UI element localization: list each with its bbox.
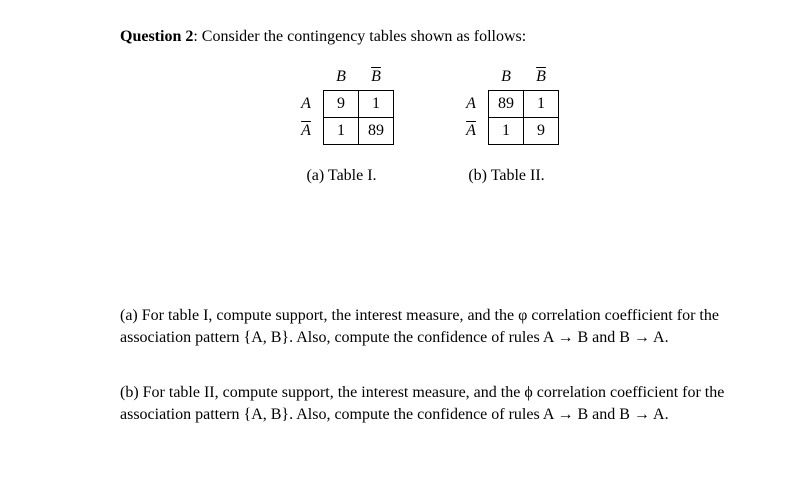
part-a-text: (a) For table I, compute support, the in…: [120, 307, 719, 346]
part-b-text: (b) For table II, compute support, the i…: [120, 384, 724, 423]
question-prompt: : Consider the contingency tables shown …: [193, 28, 526, 45]
table-cell: 9: [524, 118, 559, 145]
part-a: (a) For table I, compute support, the in…: [120, 305, 728, 348]
row-header-Abar: A: [454, 118, 489, 145]
question-label: Question 2: [120, 28, 193, 45]
row-header-A: A: [289, 91, 324, 118]
table-cell: 1: [324, 118, 359, 145]
part-b: (b) For table II, compute support, the i…: [120, 382, 728, 425]
table-cell: 1: [524, 91, 559, 118]
tables-row: B B A 9 1 A 1 89 (a) Table I.: [120, 64, 728, 185]
table-2-caption: (b) Table II.: [468, 167, 544, 185]
question-parts: (a) For table I, compute support, the in…: [120, 305, 728, 425]
contingency-table-2: B B A 89 1 A 1 9: [454, 64, 559, 145]
row-header-A: A: [454, 91, 489, 118]
blank-corner: [289, 64, 324, 91]
blank-corner: [454, 64, 489, 91]
col-header-Bbar: B: [359, 64, 394, 91]
table-cell: 89: [359, 118, 394, 145]
question-line: Question 2: Consider the contingency tab…: [120, 28, 728, 46]
table-cell: 1: [359, 91, 394, 118]
col-header-Bbar: B: [524, 64, 559, 91]
table-cell: 9: [324, 91, 359, 118]
col-header-B: B: [324, 64, 359, 91]
table-cell: 89: [489, 91, 524, 118]
col-header-B: B: [489, 64, 524, 91]
table-1-caption: (a) Table I.: [306, 167, 376, 185]
contingency-table-1: B B A 9 1 A 1 89: [289, 64, 394, 145]
page: Question 2: Consider the contingency tab…: [0, 0, 792, 487]
table-2-block: B B A 89 1 A 1 9 (b) Table II.: [454, 64, 559, 185]
table-1-block: B B A 9 1 A 1 89 (a) Table I.: [289, 64, 394, 185]
table-cell: 1: [489, 118, 524, 145]
row-header-Abar: A: [289, 118, 324, 145]
